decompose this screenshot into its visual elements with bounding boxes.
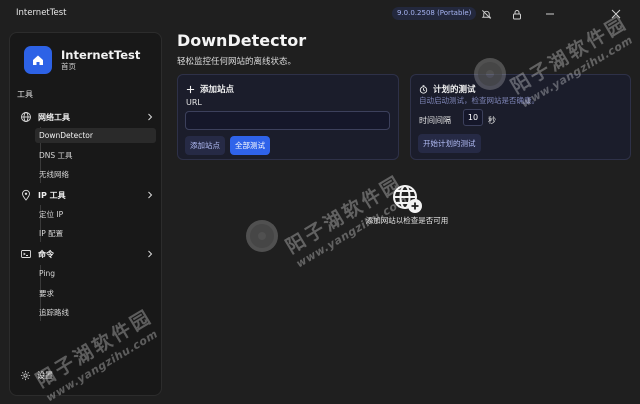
- test-all-button[interactable]: 全部测试: [230, 136, 270, 155]
- app-name: InternetTest: [61, 48, 141, 62]
- nav-group-label: 网络工具: [38, 113, 70, 122]
- sidebar-item-traceroute[interactable]: 追踪路线: [35, 305, 156, 320]
- nav-group-label: 命令: [38, 250, 54, 259]
- watermark-text: 阳子湖软件园: [282, 171, 407, 259]
- add-site-title: 添加站点: [200, 85, 235, 95]
- nav-group-network-tools[interactable]: 网络工具: [10, 109, 161, 125]
- scheduled-test-title: 计划的测试: [433, 85, 476, 95]
- minimize-icon[interactable]: [543, 7, 557, 21]
- add-site-card: 添加站点 URL 添加站点 全部测试: [177, 74, 399, 160]
- brand: InternetTest 首页: [24, 46, 140, 74]
- settings-label: 设置: [37, 371, 53, 380]
- window-title: InternetTest: [16, 8, 67, 18]
- sidebar-item-dns-tools[interactable]: DNS 工具: [35, 148, 156, 163]
- location-pin-icon: [22, 189, 30, 201]
- notifications-off-icon[interactable]: [479, 7, 493, 21]
- scheduled-test-header: 计划的测试: [419, 83, 476, 95]
- home-logo-icon: [24, 46, 52, 74]
- lock-icon[interactable]: [510, 7, 524, 21]
- interval-unit: 秒: [488, 116, 496, 125]
- nav-group-label: IP 工具: [38, 191, 66, 200]
- timer-icon: [419, 84, 428, 94]
- interval-label: 时间间隔: [419, 116, 451, 125]
- version-badge: 9.0.0.2508 (Portable): [392, 7, 477, 20]
- start-scheduled-test-button[interactable]: 开始计划的测试: [418, 134, 481, 153]
- interval-input[interactable]: [463, 109, 483, 126]
- sidebar-item-ping[interactable]: Ping: [35, 266, 156, 281]
- sidebar: InternetTest 首页 工具 网络工具 DownDetector DNS…: [9, 32, 162, 396]
- page-title: DownDetector: [177, 31, 307, 50]
- empty-state-text: 添加网站以检查是否可用: [365, 216, 449, 225]
- watermark-logo-icon: [246, 220, 278, 252]
- add-site-header: 添加站点: [186, 83, 234, 95]
- sidebar-item-locate-ip[interactable]: 定位 IP: [35, 207, 156, 222]
- sidebar-item-wifi[interactable]: 无线网络: [35, 167, 156, 182]
- terminal-icon: [21, 250, 31, 258]
- url-input[interactable]: [185, 111, 390, 130]
- chevron-right-icon: [148, 250, 153, 258]
- sidebar-item-ip-config[interactable]: IP 配置: [35, 226, 156, 241]
- sidebar-item-downdetector[interactable]: DownDetector: [35, 128, 156, 143]
- url-label: URL: [186, 98, 202, 107]
- sidebar-item-settings[interactable]: 设置: [20, 370, 53, 381]
- nav-group-ip-tools[interactable]: IP 工具: [10, 187, 161, 203]
- add-site-button[interactable]: 添加站点: [185, 136, 225, 155]
- close-icon[interactable]: [609, 7, 623, 21]
- chevron-right-icon: [148, 113, 153, 121]
- scheduled-test-card: 计划的测试 自动启动测试，检查网站是否确康。 时间间隔 秒 开始计划的测试: [410, 74, 631, 160]
- scheduled-test-hint: 自动启动测试，检查网站是否确康。: [419, 96, 539, 105]
- sidebar-item-request[interactable]: 要求: [35, 286, 156, 301]
- chevron-right-icon: [148, 191, 153, 199]
- app-page: 首页: [61, 62, 76, 71]
- nav-group-commands[interactable]: 命令: [10, 246, 161, 262]
- title-bar: InternetTest 9.0.0.2508 (Portable): [0, 0, 640, 28]
- plus-icon: [186, 85, 195, 93]
- globe-icon: [21, 112, 31, 122]
- gear-icon: [20, 370, 31, 381]
- page-subtitle: 轻松监控任何网站的离线状态。: [177, 57, 297, 67]
- section-label-tools: 工具: [17, 90, 33, 99]
- globe-add-icon: [393, 185, 422, 213]
